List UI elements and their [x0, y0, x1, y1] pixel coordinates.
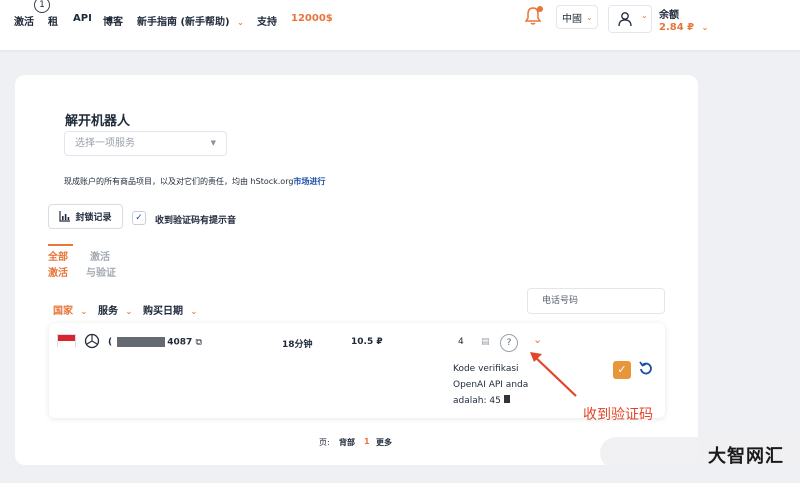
help-icon[interactable]: ?	[500, 334, 518, 352]
redacted-block	[503, 395, 510, 403]
openai-icon	[84, 333, 100, 349]
redacted-block	[117, 337, 166, 347]
market-link[interactable]: 市场进行	[293, 177, 325, 186]
balance-value[interactable]: 2.84 ₽ ⌄	[659, 22, 708, 33]
pagination-more[interactable]: 更多	[376, 437, 392, 448]
copy-icon[interactable]: ⧉	[195, 338, 201, 348]
language-select[interactable]: 中國 ⌄	[556, 5, 598, 29]
filter-purchase-date[interactable]: 购买日期 ⌄	[143, 302, 197, 317]
pagination-current[interactable]: 1	[364, 437, 370, 446]
service-select[interactable]: 选择一项服务 ▼	[64, 131, 227, 156]
pagination-label: 页:	[319, 438, 330, 447]
lock-records-button[interactable]: 封锁记录	[48, 204, 123, 229]
chevron-down-icon: ⌄	[125, 307, 133, 316]
nav-blog[interactable]: 博客	[103, 13, 123, 28]
checkmark-icon: ✓	[135, 213, 143, 223]
annotation-label: 收到验证码	[583, 407, 653, 423]
sound-notify-label: 收到验证码有提示音	[155, 216, 237, 226]
page-title: 解开机器人	[65, 114, 131, 129]
order-sms-count: 4	[458, 337, 464, 347]
refresh-icon[interactable]	[637, 360, 655, 378]
nav-promo[interactable]: 12000$	[291, 13, 333, 24]
nav-api[interactable]: API	[73, 13, 92, 24]
order-phone-number[interactable]: ( 4087 ⧉	[108, 337, 202, 348]
filter-country[interactable]: 国家 ⌄	[53, 302, 87, 317]
chevron-down-icon: ⌄	[701, 23, 709, 32]
sms-message: Kode verifikasi OpenAI API anda adalah: …	[453, 364, 529, 406]
chevron-down-icon: ⌄	[641, 11, 648, 20]
chevron-down-icon: ⌄	[237, 18, 244, 27]
chevron-down-icon: ⌄	[190, 307, 198, 316]
chevron-down-icon: ⌄	[80, 307, 88, 316]
service-select-placeholder: 选择一项服务	[75, 138, 135, 149]
user-icon	[618, 12, 632, 27]
language-value: 中國	[562, 13, 582, 25]
chevron-down-icon: ⌄	[586, 12, 593, 22]
nav-activate[interactable]: 激活	[14, 13, 34, 28]
market-notice: 现成账户的所有商品项目，以及对它们的责任，均由 hStock.org市场进行	[64, 177, 326, 186]
order-duration: 18分钟	[282, 340, 313, 350]
watermark-text: 大智网汇	[708, 446, 784, 467]
order-price: 10.5 ₽	[351, 337, 383, 347]
nav-rent[interactable]: 租	[48, 13, 58, 28]
caret-down-icon: ▼	[210, 139, 216, 147]
tab-activation-verification[interactable]: 激活 与验证	[86, 250, 116, 282]
tab-all-activations[interactable]: 全部 激活	[48, 244, 73, 282]
bar-chart-icon	[59, 211, 71, 222]
nav-guide[interactable]: 新手指南 (新手帮助) ⌄	[137, 13, 244, 28]
nav-support[interactable]: 支持	[257, 13, 277, 28]
message-icon: ▤	[481, 337, 490, 347]
filter-service[interactable]: 服务 ⌄	[98, 302, 132, 317]
sound-notify-checkbox[interactable]: ✓	[132, 211, 146, 225]
pagination-back[interactable]: 背部	[339, 437, 355, 448]
indonesia-flag-icon	[57, 334, 76, 347]
checkmark-icon: ✓	[617, 363, 627, 376]
confirm-checkbox[interactable]: ✓	[613, 361, 631, 379]
phone-number-column[interactable]: 电话号码	[527, 288, 665, 314]
user-menu-button[interactable]: ⌄	[608, 5, 652, 33]
notification-dot-icon	[537, 6, 543, 12]
balance-label: 余额	[659, 10, 679, 21]
